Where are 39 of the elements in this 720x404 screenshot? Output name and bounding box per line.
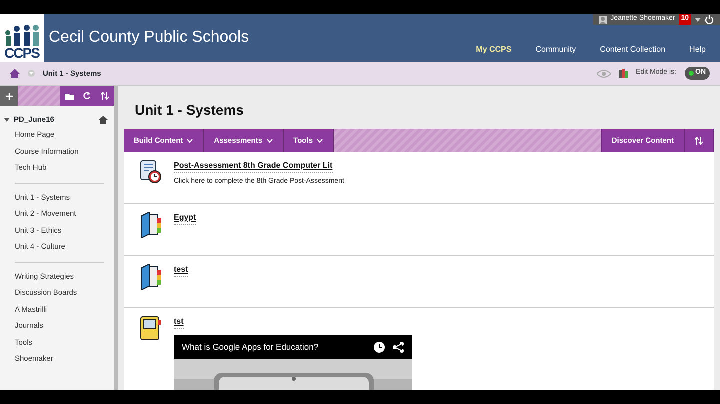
logo[interactable]: CCPS [0,14,44,62]
chevron-icon [266,138,273,142]
sort-icon [101,92,109,100]
home-icon [10,69,20,78]
sort-button[interactable] [96,86,114,106]
item-title-link[interactable]: test [174,264,188,277]
item-title-link[interactable]: Post-Assessment 8th Grade Computer Lit [174,160,333,173]
page-title: Unit 1 - Systems [134,101,245,120]
notebook-icon [140,316,162,342]
test-icon [140,160,162,184]
item-title-link[interactable]: Egypt [174,212,196,225]
site-title: Cecil County Public Schools [48,28,250,48]
sort-icon [695,136,703,144]
book-icon [140,212,162,238]
power-icon [705,15,714,24]
nav-tab[interactable]: Community [536,44,576,56]
clock-icon [374,342,385,352]
eye-icon [597,70,612,78]
expand-arrow-icon [4,118,10,122]
caret-icon [695,18,701,22]
nav-tab[interactable]: My CCPS [476,44,512,56]
sort-button[interactable] [685,129,714,152]
item-title-link[interactable]: tst [174,316,184,329]
nav-tab[interactable]: Help [690,44,706,56]
caret-icon [28,70,35,77]
books-icon [619,69,628,78]
book-icon [140,264,162,290]
folder-button[interactable] [60,86,78,106]
nav-tab[interactable]: Content Collection [600,44,666,56]
home-icon [99,116,108,124]
share-icon [393,342,404,352]
plus-icon [6,92,12,100]
refresh-icon [83,92,91,100]
chevron-icon [187,138,194,142]
avatar-icon [598,16,607,24]
video-title: What is Google Apps for Education? [182,340,320,354]
add-button[interactable] [0,86,18,106]
chevron-icon [317,138,323,142]
folder-icon [64,92,74,100]
